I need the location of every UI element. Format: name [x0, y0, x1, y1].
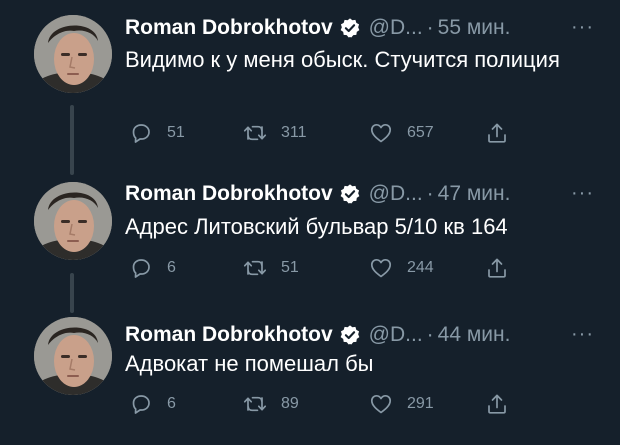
tweet[interactable]: Roman Dobrokhotov @D... · 55 мин. ··· Ви…: [0, 0, 620, 140]
reply-button[interactable]: 6: [129, 389, 176, 419]
reply-button[interactable]: 51: [129, 118, 185, 148]
reply-count: 6: [167, 395, 176, 412]
heart-icon: [369, 256, 393, 280]
avatar-image: [34, 15, 112, 93]
timestamp[interactable]: 47 мин.: [438, 182, 511, 206]
avatar-image: [34, 182, 112, 260]
like-count: 244: [407, 259, 434, 276]
author-name[interactable]: Roman Dobrokhotov: [125, 16, 333, 40]
tweet-text: Адрес Литовский бульвар 5/10 кв 164: [125, 214, 508, 239]
reply-count: 6: [167, 259, 176, 276]
like-count: 291: [407, 395, 434, 412]
timestamp[interactable]: 44 мин.: [438, 323, 511, 347]
verified-badge-icon: [339, 183, 361, 205]
separator-dot: ·: [426, 16, 434, 39]
separator-dot: ·: [426, 182, 434, 205]
author-handle[interactable]: @D...: [369, 323, 423, 347]
share-icon: [485, 121, 509, 145]
avatar[interactable]: [34, 317, 112, 395]
more-options-icon[interactable]: ···: [571, 182, 594, 205]
share-button[interactable]: [485, 253, 523, 283]
like-button[interactable]: 291: [369, 389, 434, 419]
reply-count: 51: [167, 124, 185, 141]
author-handle[interactable]: @D...: [369, 182, 423, 206]
retweet-button[interactable]: 51: [243, 253, 299, 283]
author-handle[interactable]: @D...: [369, 16, 423, 40]
share-button[interactable]: [485, 389, 523, 419]
heart-icon: [369, 121, 393, 145]
more-options-icon[interactable]: ···: [571, 323, 594, 346]
retweet-count: 89: [281, 395, 299, 412]
tweet-header: Roman Dobrokhotov @D... · 55 мин. ···: [125, 12, 610, 44]
more-options-icon[interactable]: ···: [571, 16, 594, 39]
retweet-icon: [243, 256, 267, 280]
retweet-button[interactable]: 89: [243, 389, 299, 419]
avatar[interactable]: [34, 182, 112, 260]
avatar[interactable]: [34, 15, 112, 93]
like-button[interactable]: 244: [369, 253, 434, 283]
retweet-icon: [243, 392, 267, 416]
author-name[interactable]: Roman Dobrokhotov: [125, 323, 333, 347]
tweet[interactable]: Roman Dobrokhotov @D... · 47 мин. ··· Ад…: [0, 170, 620, 310]
avatar-image: [34, 317, 112, 395]
like-count: 657: [407, 124, 434, 141]
tweet[interactable]: Roman Dobrokhotov @D... · 44 мин. ··· Ад…: [0, 305, 620, 445]
retweet-count: 311: [281, 124, 307, 141]
retweet-icon: [243, 121, 267, 145]
tweet-header: Roman Dobrokhotov @D... · 44 мин. ···: [125, 319, 610, 351]
tweet-thread: Roman Dobrokhotov @D... · 55 мин. ··· Ви…: [0, 0, 620, 435]
tweet-actions: 6 89 291: [125, 389, 525, 419]
like-button[interactable]: 657: [369, 118, 434, 148]
share-icon: [485, 392, 509, 416]
reply-button[interactable]: 6: [129, 253, 176, 283]
separator-dot: ·: [426, 323, 434, 346]
heart-icon: [369, 392, 393, 416]
tweet-text: Видимо к у меня обыск. Стучится полиция: [125, 47, 560, 72]
retweet-button[interactable]: 311: [243, 118, 307, 148]
share-button[interactable]: [485, 118, 523, 148]
reply-icon: [129, 256, 153, 280]
verified-badge-icon: [339, 324, 361, 346]
share-icon: [485, 256, 509, 280]
retweet-count: 51: [281, 259, 299, 276]
reply-icon: [129, 121, 153, 145]
tweet-text: Адвокат не помешал бы: [125, 351, 374, 376]
tweet-actions: 51 311 657: [125, 118, 525, 148]
verified-badge-icon: [339, 17, 361, 39]
reply-icon: [129, 392, 153, 416]
author-name[interactable]: Roman Dobrokhotov: [125, 182, 333, 206]
tweet-actions: 6 51 244: [125, 253, 525, 283]
timestamp[interactable]: 55 мин.: [438, 16, 511, 40]
tweet-header: Roman Dobrokhotov @D... · 47 мин. ···: [125, 178, 610, 210]
